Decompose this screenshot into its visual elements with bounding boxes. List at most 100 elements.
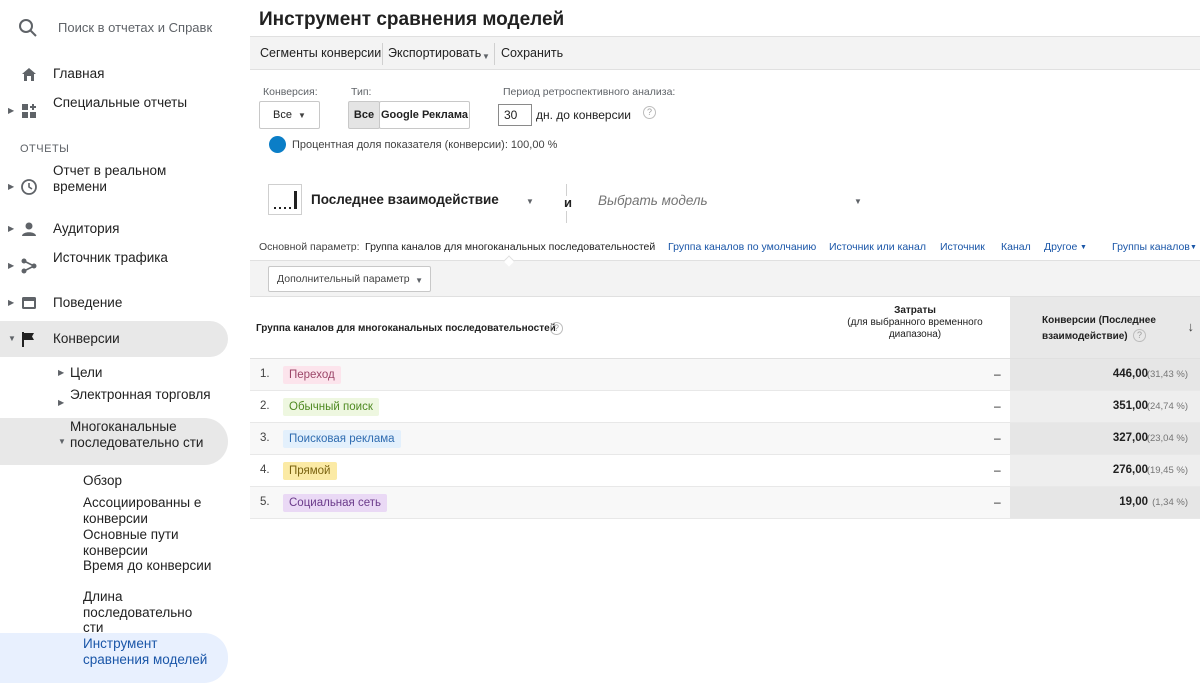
help-icon[interactable]: ? [1133, 329, 1146, 342]
person-icon [22, 222, 36, 236]
cost-cell: – [994, 463, 1001, 477]
nav-model-comparison-label: Инструмент сравнения моделей [83, 636, 208, 667]
chevron-down-icon[interactable]: ▼ [1080, 244, 1087, 251]
lookback-days-input[interactable]: 30 [498, 104, 532, 126]
lookback-label: Период ретроспективного анализа: [503, 86, 676, 98]
nav-home[interactable]: Главная [0, 62, 228, 86]
toolbar-divider [382, 43, 383, 65]
nav-realtime[interactable]: ▶ Отчет в реальном времени [0, 162, 228, 212]
nav-goals-label: Цели [70, 365, 103, 380]
channel-chip-referral[interactable]: Переход [283, 366, 341, 384]
nav-acquisition[interactable]: ▶ Источник трафика [0, 249, 228, 283]
conversions-percent: (19,45 %) [1146, 465, 1188, 476]
nav-behavior[interactable]: ▶ Поведение [0, 292, 228, 314]
channel-chip-organic[interactable]: Обычный поиск [283, 398, 379, 416]
dimension-channel-groups[interactable]: Группы каналов [1112, 241, 1190, 253]
nav-custom-label: Специальные отчеты [53, 95, 188, 110]
caret-right-icon: ▶ [58, 368, 65, 377]
chevron-down-icon[interactable]: ▼ [526, 197, 534, 206]
column-header-cost[interactable]: Затраты (для выбранного временного диапа… [840, 305, 990, 341]
nav-model-comparison[interactable]: Инструмент сравнения моделей [0, 633, 228, 683]
dimension-source[interactable]: Источник [940, 241, 985, 253]
search-input[interactable]: Поиск в отчетах и Справк [58, 20, 212, 35]
type-google-ads-button[interactable]: Google Реклама [379, 101, 470, 129]
column-header-channel-group[interactable]: Группа каналов для многоканальных послед… [256, 323, 556, 334]
share-nodes-icon [21, 258, 37, 274]
cost-cell: – [994, 431, 1001, 445]
conversions-value: 446,00 [1112, 368, 1148, 380]
primary-dimension-selected[interactable]: Группа каналов для многоканальных послед… [365, 241, 655, 253]
nav-ecommerce-label: Электронная торговля [70, 387, 211, 402]
nav-time-lag[interactable]: Время до конверсии [83, 558, 213, 574]
nav-assisted-conversions[interactable]: Ассоциированны е конверсии [83, 495, 213, 526]
caret-right-icon: ▶ [8, 298, 15, 307]
column-header-conversions[interactable]: Конверсии (Последнее взаимодействие) ? ↓ [1010, 297, 1200, 358]
model-last-interaction-icon [268, 184, 302, 215]
type-all-button[interactable]: Все [348, 101, 380, 129]
help-icon[interactable]: ? [643, 106, 656, 119]
conversions-cell: 19,00 (1,34 %) [1010, 487, 1200, 518]
row-index: 5. [260, 496, 270, 508]
dimension-medium[interactable]: Канал [1001, 241, 1031, 253]
table-row: 2. Обычный поиск – 351,00 (24,74 %) [250, 391, 1200, 423]
channel-chip-social[interactable]: Социальная сеть [283, 494, 387, 512]
dimension-default-channel-group[interactable]: Группа каналов по умолчанию [668, 241, 816, 253]
window-icon [22, 297, 36, 309]
table-row: 5. Социальная сеть – 19,00 (1,34 %) [250, 487, 1200, 519]
nav-multichannel-label: Многоканальные последовательно сти [70, 419, 204, 450]
model-selected[interactable]: Последнее взаимодействие [311, 192, 499, 207]
conversion-dropdown[interactable]: Все ▼ [259, 101, 320, 129]
toolbar: Сегменты конверсии Экспортировать ▼ Сохр… [250, 36, 1200, 70]
dimension-other[interactable]: Другое [1044, 241, 1077, 253]
conversions-cell: 446,00 (31,43 %) [1010, 359, 1200, 390]
search-bar[interactable]: Поиск в отчетах и Справк [0, 0, 248, 56]
nav-realtime-label: Отчет в реальном времени [53, 163, 167, 194]
nav-path-length[interactable]: Длина последовательно сти [83, 589, 213, 636]
nav-conversions-label: Конверсии [53, 331, 120, 346]
flag-icon [22, 332, 34, 347]
home-icon [22, 68, 36, 81]
caret-down-icon: ▼ [8, 334, 16, 343]
caret-right-icon: ▶ [8, 106, 15, 115]
help-icon[interactable]: ? [550, 322, 563, 335]
type-label: Тип: [351, 86, 372, 98]
percent-of-total: Процентная доля показателя (конверсии): … [292, 139, 558, 151]
save-button[interactable]: Сохранить [501, 46, 563, 60]
nav-audience[interactable]: ▶ Аудитория [0, 218, 228, 240]
channel-chip-paid-search[interactable]: Поисковая реклама [283, 430, 401, 448]
nav-ecommerce[interactable]: ▶ Электронная торговля [0, 386, 228, 418]
chevron-down-icon[interactable]: ▼ [854, 197, 862, 206]
chevron-down-icon[interactable]: ▼ [482, 52, 490, 61]
nav-overview[interactable]: Обзор [83, 473, 213, 489]
export-button[interactable]: Экспортировать [388, 46, 481, 60]
divider [566, 211, 567, 223]
sort-descending-icon[interactable]: ↓ [1188, 319, 1195, 334]
caret-right-icon: ▶ [58, 398, 65, 407]
sidebar: Поиск в отчетах и Справк Главная ▶ Специ… [0, 0, 248, 683]
clock-icon [21, 179, 37, 195]
conversion-segments-button[interactable]: Сегменты конверсии [260, 46, 381, 60]
caret-down-icon: ▼ [58, 437, 66, 446]
cost-subtitle: (для выбранного временного диапазона) [847, 317, 983, 340]
conversions-cell: 327,00 (23,04 %) [1010, 423, 1200, 454]
dimension-source-medium[interactable]: Источник или канал [829, 241, 926, 253]
nav-custom-reports[interactable]: ▶ Специальные отчеты [0, 94, 228, 128]
conversions-cell: 276,00 (19,45 %) [1010, 455, 1200, 486]
nav-home-label: Главная [53, 66, 105, 81]
channel-chip-direct[interactable]: Прямой [283, 462, 337, 480]
nav-multichannel[interactable]: ▼ Многоканальные последовательно сти [0, 418, 228, 465]
nav-top-paths[interactable]: Основные пути конверсии [83, 527, 213, 558]
dashboard-plus-icon [22, 104, 36, 118]
model-and-text: и [564, 195, 572, 210]
nav-conversions[interactable]: ▼ Конверсии [0, 321, 228, 357]
conversions-percent: (31,43 %) [1146, 369, 1188, 380]
page-title: Инструмент сравнения моделей [259, 9, 565, 30]
main-content: Инструмент сравнения моделей Сегменты ко… [250, 0, 1200, 683]
chevron-down-icon[interactable]: ▼ [1190, 244, 1197, 251]
lookback-suffix: дн. до конверсии [536, 108, 631, 122]
search-icon[interactable] [18, 18, 38, 38]
model-select-placeholder[interactable]: Выбрать модель [598, 193, 708, 208]
secondary-dimension-dropdown[interactable]: Дополнительный параметр ▼ [268, 266, 431, 292]
cost-cell: – [994, 399, 1001, 413]
nav-goals[interactable]: ▶ Цели [0, 364, 228, 382]
